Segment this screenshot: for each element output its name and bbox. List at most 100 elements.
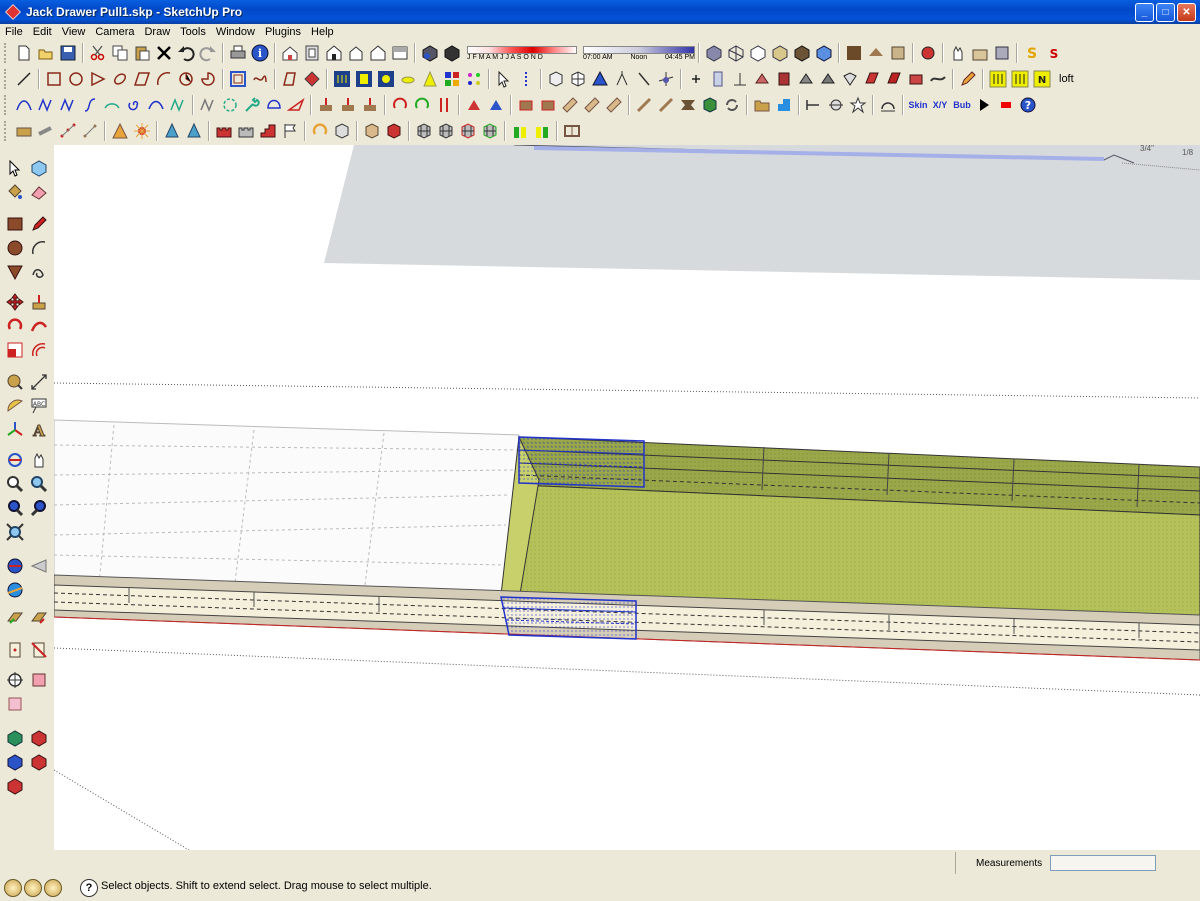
- camera-icon[interactable]: [918, 42, 938, 64]
- follow-me-icon[interactable]: [28, 315, 50, 337]
- sketchup-app-icon[interactable]: [5, 4, 21, 20]
- polygon-icon[interactable]: [4, 261, 26, 283]
- help-plugin-icon[interactable]: ?: [1018, 94, 1038, 116]
- tool-c-icon[interactable]: [796, 68, 816, 90]
- plugin-blue-3-icon[interactable]: [376, 68, 396, 90]
- branch-icon[interactable]: [612, 68, 632, 90]
- parallelogram-tool-icon[interactable]: [132, 68, 152, 90]
- circle-tool-icon[interactable]: [66, 68, 86, 90]
- cone-blue-2-icon[interactable]: [184, 120, 204, 142]
- zoom-window-icon[interactable]: [28, 473, 50, 495]
- geo-location-icon[interactable]: [4, 879, 22, 897]
- measurements-input[interactable]: [1050, 855, 1156, 871]
- stairs-icon[interactable]: [258, 120, 278, 142]
- plus-icon[interactable]: [686, 68, 706, 90]
- diagonal-line-icon[interactable]: [634, 68, 654, 90]
- xray-style-icon[interactable]: [704, 42, 724, 64]
- box-red-3-icon[interactable]: [384, 120, 404, 142]
- look-around-icon[interactable]: [28, 607, 50, 629]
- wood-plank-3-icon[interactable]: [604, 94, 624, 116]
- refresh-icon[interactable]: [722, 94, 742, 116]
- 3d-text-icon[interactable]: A: [28, 419, 50, 441]
- plugin-blue-2-icon[interactable]: [354, 68, 374, 90]
- pan-hand-icon[interactable]: [28, 449, 50, 471]
- model-info-icon[interactable]: i: [250, 42, 270, 64]
- plugin-dots-icon[interactable]: [464, 68, 484, 90]
- blue-step-icon[interactable]: [774, 94, 794, 116]
- grid-3-icon[interactable]: [458, 120, 478, 142]
- paint-face-icon[interactable]: [302, 68, 322, 90]
- model-viewport[interactable]: 3/4" 1/8: [54, 145, 1200, 850]
- warning-cone-icon[interactable]: [110, 120, 130, 142]
- protractor-icon[interactable]: [4, 395, 26, 417]
- save-icon[interactable]: [58, 42, 78, 64]
- plugin-cone-icon[interactable]: [420, 68, 440, 90]
- polyline-tool-icon[interactable]: [280, 68, 300, 90]
- bottles-icon[interactable]: [510, 120, 530, 142]
- front-view-icon[interactable]: [324, 42, 344, 64]
- menu-view[interactable]: View: [57, 26, 91, 38]
- plugin-ms-icon[interactable]: S: [1044, 42, 1064, 64]
- tool-f-icon[interactable]: [862, 68, 882, 90]
- sandbox-4-icon[interactable]: [28, 751, 50, 773]
- paste-icon[interactable]: [132, 42, 152, 64]
- maximize-button[interactable]: □: [1156, 3, 1175, 22]
- menu-window[interactable]: Window: [211, 26, 260, 38]
- arc-icon[interactable]: [28, 237, 50, 259]
- right-view-icon[interactable]: [346, 42, 366, 64]
- line-tool-icon[interactable]: [14, 68, 34, 90]
- cube-grid-icon[interactable]: [568, 68, 588, 90]
- tool-g-icon[interactable]: [884, 68, 904, 90]
- push-pull-icon[interactable]: [28, 291, 50, 313]
- sphere-slice-icon[interactable]: [826, 94, 846, 116]
- monochrome-style-icon[interactable]: [814, 42, 834, 64]
- tool-a-icon[interactable]: [752, 68, 772, 90]
- fspline-curve-icon[interactable]: [168, 94, 188, 116]
- freehand-icon[interactable]: [28, 261, 50, 283]
- zoom-extents-icon[interactable]: [4, 521, 26, 543]
- menu-camera[interactable]: Camera: [90, 26, 139, 38]
- rotate-red-icon[interactable]: [390, 94, 410, 116]
- plugin-yellow-2-icon[interactable]: [1010, 68, 1030, 90]
- sandbox-1-icon[interactable]: [4, 727, 26, 749]
- box-red-2-icon[interactable]: [538, 94, 558, 116]
- selected-segment-lower[interactable]: [500, 596, 637, 640]
- undo-icon[interactable]: [176, 42, 196, 64]
- wrench-icon[interactable]: [242, 94, 262, 116]
- eraser-icon[interactable]: [28, 181, 50, 203]
- xy-plugin-icon[interactable]: X/Y: [930, 94, 950, 116]
- folder-plugin-icon[interactable]: [752, 94, 772, 116]
- joint-push-pull-icon[interactable]: [14, 120, 34, 142]
- flip-blue-icon[interactable]: [486, 94, 506, 116]
- menu-file[interactable]: File: [0, 26, 28, 38]
- push-pull-red-icon[interactable]: [316, 94, 336, 116]
- close-button[interactable]: ✕: [1177, 3, 1196, 22]
- pie-tool-icon[interactable]: [198, 68, 218, 90]
- ellipse-tool-icon[interactable]: [110, 68, 130, 90]
- tape-measure-icon[interactable]: [4, 371, 26, 393]
- help-icon[interactable]: ?: [80, 879, 98, 897]
- hidden-line-style-icon[interactable]: [748, 42, 768, 64]
- shaded-style-icon[interactable]: [770, 42, 790, 64]
- arrows-updown-icon[interactable]: [434, 94, 454, 116]
- selected-segment-upper[interactable]: [518, 436, 645, 488]
- plugin-yellow-disc-icon[interactable]: [398, 68, 418, 90]
- copy-icon[interactable]: [110, 42, 130, 64]
- star-icon[interactable]: [848, 94, 868, 116]
- tool-h-icon[interactable]: [906, 68, 926, 90]
- credits-icon[interactable]: [24, 879, 42, 897]
- bezier-curve-icon[interactable]: [14, 94, 34, 116]
- shadow-date-slider[interactable]: J F M A M J J A S O N D: [467, 45, 577, 61]
- castle-2-icon[interactable]: [236, 120, 256, 142]
- previous-view-icon[interactable]: [4, 497, 26, 519]
- print-icon[interactable]: [228, 42, 248, 64]
- sandbox-2-icon[interactable]: [28, 727, 50, 749]
- skin-plugin-icon[interactable]: Skin: [908, 94, 928, 116]
- sandbox-3-icon[interactable]: [4, 751, 26, 773]
- dimension-icon[interactable]: [28, 371, 50, 393]
- select-arrow-plugin-icon[interactable]: [494, 68, 514, 90]
- select-arrow-icon[interactable]: [4, 157, 26, 179]
- plugin-colors-icon[interactable]: [442, 68, 462, 90]
- make-component-icon[interactable]: [28, 157, 50, 179]
- minimize-button[interactable]: _: [1135, 3, 1154, 22]
